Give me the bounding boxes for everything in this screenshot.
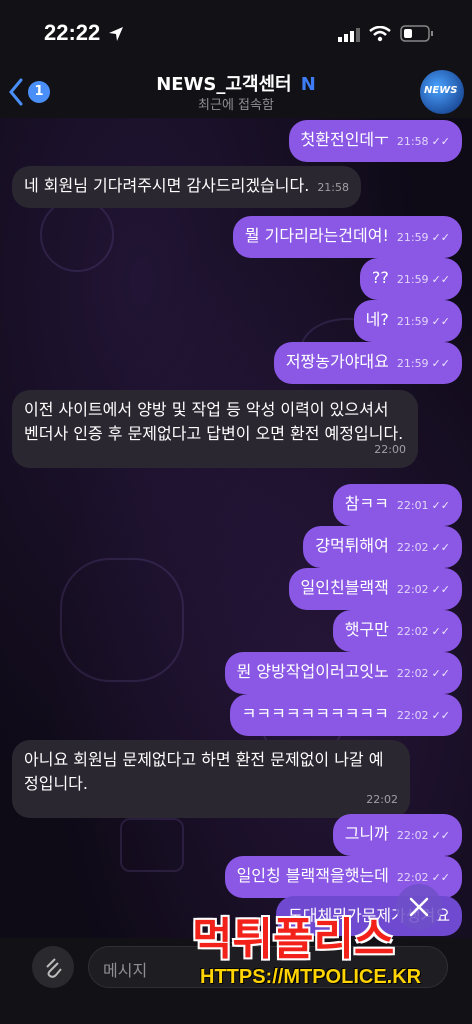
message-time: 21:59: [396, 315, 429, 328]
read-checkmarks-icon: ✓✓: [431, 231, 450, 244]
message-outgoing[interactable]: 일인친블랙잭 22:02 ✓✓: [288, 568, 462, 610]
battery-icon: [400, 25, 433, 42]
message-text: 아니요 회원님 문제없다고 하면 환전 문제없이 나갈 예정입니다.: [24, 750, 384, 793]
message-incoming[interactable]: 아니요 회원님 문제없다고 하면 환전 문제없이 나갈 예정입니다. 22:02: [12, 740, 410, 818]
message-time: 22:02: [396, 583, 429, 596]
read-checkmarks-icon: ✓✓: [431, 583, 450, 596]
message-time: 22:02: [366, 793, 398, 806]
message-outgoing[interactable]: 그니까 22:02 ✓✓: [332, 814, 462, 856]
read-checkmarks-icon: ✓✓: [431, 357, 450, 370]
attach-button[interactable]: [32, 946, 74, 988]
message-outgoing[interactable]: 네? 21:59 ✓✓: [353, 300, 462, 342]
message-time: 21:59: [396, 357, 429, 370]
message-text: ㅋㅋㅋㅋㅋㅋㅋㅋㅋㅋ: [241, 704, 389, 723]
message-time: 22:01: [396, 499, 429, 512]
message-text: 그니까: [344, 824, 389, 843]
read-checkmarks-icon: ✓✓: [431, 829, 450, 842]
message-outgoing[interactable]: 햇구만 22:02 ✓✓: [332, 610, 462, 652]
message-text: 뭘 기다리라는건데여!: [244, 226, 389, 245]
message-time: 22:00: [374, 443, 406, 456]
read-checkmarks-icon: ✓✓: [431, 499, 450, 512]
message-outgoing[interactable]: 첫환전인데ㅜ 21:58 ✓✓: [288, 120, 462, 162]
avatar-label: NEWS: [424, 85, 458, 96]
read-checkmarks-icon: ✓✓: [431, 273, 450, 286]
message-outgoing[interactable]: 저짱농가야대요 21:59 ✓✓: [273, 342, 462, 384]
read-checkmarks-icon: ✓✓: [431, 625, 450, 638]
background-doodle: [60, 558, 184, 682]
message-input-placeholder: 메시지: [103, 961, 148, 980]
message-incoming[interactable]: 이전 사이트에서 양방 및 작업 등 악성 이력이 있으셔서 벤더사 인증 후 …: [12, 390, 418, 468]
chat-header: 1 NEWS_고객센터 N 최근에 접속함 NEWS: [0, 66, 472, 119]
location-arrow-icon: [109, 27, 123, 41]
message-text: 첫환전인데ㅜ: [300, 130, 389, 149]
message-text: 네 회원님 기다려주시면 감사드리겠습니다.: [24, 176, 310, 195]
message-text: ??: [371, 268, 389, 287]
watermark-brand: 먹튀폴리스: [192, 914, 395, 965]
verified-n-badge: N: [300, 74, 316, 95]
message-outgoing[interactable]: 참ㅋㅋ 22:01 ✓✓: [332, 484, 462, 526]
message-text: 저짱농가야대요: [285, 352, 389, 371]
message-time: 22:02: [396, 709, 429, 722]
paperclip-icon: [46, 958, 62, 978]
read-checkmarks-icon: ✓✓: [431, 135, 450, 148]
message-time: 22:02: [396, 625, 429, 638]
message-text: 이전 사이트에서 양방 및 작업 등 악성 이력이 있으셔서 벤더사 인증 후 …: [24, 400, 404, 443]
chat-subtitle: 최근에 접속함: [198, 98, 274, 113]
background-doodle: [40, 198, 114, 272]
message-outgoing[interactable]: ㅋㅋㅋㅋㅋㅋㅋㅋㅋㅋ 22:02 ✓✓: [229, 694, 462, 736]
message-text: 걍먹튀해여: [315, 536, 389, 555]
message-text: 뭔 양방작업이러고잇노: [236, 662, 389, 681]
message-outgoing[interactable]: ?? 21:59 ✓✓: [359, 258, 462, 300]
message-time: 21:58: [317, 181, 350, 194]
read-checkmarks-icon: ✓✓: [431, 315, 450, 328]
message-text: 일인친블랙잭: [300, 578, 389, 597]
read-checkmarks-icon: ✓✓: [431, 541, 450, 554]
chat-title: NEWS_고객센터: [156, 74, 292, 95]
message-time: 22:02: [396, 829, 429, 842]
watermark-logo: 먹튀폴리스 HTTPS://MTPOLICE.KR: [192, 914, 448, 1002]
avatar[interactable]: NEWS: [420, 70, 464, 114]
status-bar: 22:22: [0, 0, 472, 66]
message-time: 21:59: [396, 231, 429, 244]
message-time: 21:59: [396, 273, 429, 286]
watermark-url: HTTPS://MTPOLICE.KR: [200, 966, 422, 988]
status-time: 22:22: [44, 20, 101, 45]
signal-icon: [338, 28, 360, 42]
message-time: 21:58: [396, 135, 429, 148]
message-time: 22:02: [396, 871, 429, 884]
read-checkmarks-icon: ✓✓: [431, 667, 450, 680]
message-outgoing[interactable]: 뭘 기다리라는건데여! 21:59 ✓✓: [232, 216, 462, 258]
wifi-icon: [369, 26, 391, 42]
message-outgoing[interactable]: 뭔 양방작업이러고잇노 22:02 ✓✓: [224, 652, 462, 694]
message-time: 22:02: [396, 667, 429, 680]
background-doodle: [120, 818, 184, 872]
message-time: 22:02: [396, 541, 429, 554]
read-checkmarks-icon: ✓✓: [431, 871, 450, 884]
message-text: 햇구만: [344, 620, 389, 639]
message-outgoing[interactable]: 걍먹튀해여 22:02 ✓✓: [303, 526, 462, 568]
message-incoming[interactable]: 네 회원님 기다려주시면 감사드리겠습니다. 21:58: [12, 166, 362, 208]
message-text: 참ㅋㅋ: [344, 494, 389, 513]
message-text: 일인칭 블랙잭을햇는데: [236, 866, 389, 885]
read-checkmarks-icon: ✓✓: [431, 709, 450, 722]
message-text: 네?: [365, 310, 389, 329]
